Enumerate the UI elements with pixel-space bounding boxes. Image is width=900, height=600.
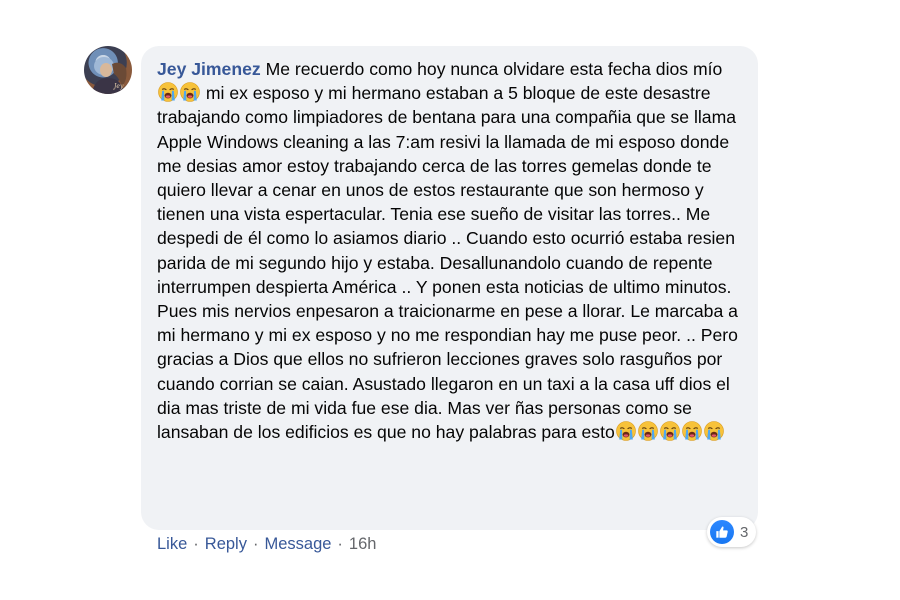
like-icon bbox=[710, 520, 734, 544]
svg-text:Jey: Jey bbox=[112, 83, 124, 90]
like-button[interactable]: Like bbox=[157, 535, 187, 554]
loudly-crying-face-icon bbox=[180, 82, 200, 102]
reply-button[interactable]: Reply bbox=[205, 535, 247, 554]
loudly-crying-face-icon bbox=[158, 82, 178, 102]
comment-text-part-1: Me recuerdo como hoy nunca olvidare esta… bbox=[265, 59, 723, 79]
comment-text: Jey Jimenez Me recuerdo como hoy nunca o… bbox=[157, 57, 746, 444]
loudly-crying-face-icon bbox=[660, 421, 680, 441]
comment-author[interactable]: Jey Jimenez bbox=[157, 59, 261, 79]
comment-timestamp[interactable]: 16h bbox=[349, 535, 377, 554]
avatar[interactable]: Jey bbox=[84, 46, 132, 94]
loudly-crying-face-icon bbox=[616, 421, 636, 441]
comment-actions: Like · Reply · Message · 16h bbox=[157, 535, 376, 554]
loudly-crying-face-icon bbox=[638, 421, 658, 441]
comment-text-part-2: mi ex esposo y mi hermano estaban a 5 bl… bbox=[157, 83, 738, 443]
loudly-crying-face-icon bbox=[704, 421, 724, 441]
avatar-photo-icon: Jey bbox=[92, 57, 127, 94]
comment-bubble: Jey Jimenez Me recuerdo como hoy nunca o… bbox=[141, 46, 758, 530]
reaction-count: 3 bbox=[740, 523, 749, 541]
reaction-summary[interactable]: 3 bbox=[707, 517, 757, 547]
separator-dot: · bbox=[252, 535, 259, 553]
separator-dot: · bbox=[193, 535, 199, 553]
message-button[interactable]: Message bbox=[264, 535, 331, 554]
separator-dot: · bbox=[337, 535, 343, 553]
loudly-crying-face-icon bbox=[682, 421, 702, 441]
